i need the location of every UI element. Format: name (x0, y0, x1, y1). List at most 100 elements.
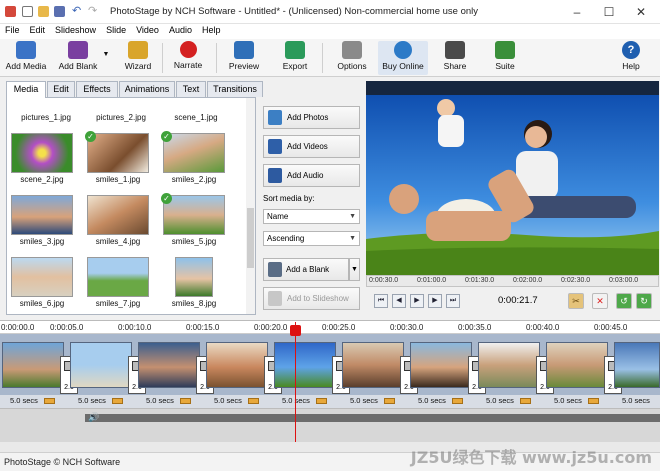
maximize-button[interactable]: ☐ (594, 3, 624, 21)
media-label: scene_1.jpg (174, 113, 218, 122)
media-label: smiles_5.jpg (171, 237, 217, 246)
step-back-icon[interactable]: ◀ (392, 294, 406, 308)
media-grid: pictures_1.jpg pictures_2.jpg scene_1.jp… (6, 97, 256, 315)
add-media-button[interactable]: Add Media (4, 41, 48, 75)
export-button[interactable]: Export (278, 41, 312, 75)
sort-by-select[interactable]: Name ▼ (263, 209, 360, 224)
sort-label: Sort media by: (263, 194, 315, 203)
menu-slide[interactable]: Slide (101, 24, 131, 35)
add-blank-dropdown[interactable]: ▼ (102, 51, 110, 85)
wizard-button[interactable]: Wizard (120, 41, 156, 75)
menu-audio[interactable]: Audio (164, 24, 197, 35)
go-end-icon[interactable]: ⏭ (446, 294, 460, 308)
rotate-left-icon[interactable]: ↺ (616, 293, 632, 309)
minimize-button[interactable]: – (562, 3, 592, 21)
rotate-right-icon[interactable]: ↻ (636, 293, 652, 309)
timeline-clip[interactable] (206, 342, 268, 388)
scrub-tick: 0:01:30.0 (465, 277, 495, 284)
timeline-clip[interactable] (2, 342, 64, 388)
media-thumbnail[interactable] (11, 257, 73, 297)
add-photos-button[interactable]: Add Photos (263, 106, 360, 129)
media-thumbnail[interactable] (87, 257, 149, 297)
menu-bar: File Edit Slideshow Slide Video Audio Help (0, 24, 660, 39)
menu-file[interactable]: File (0, 24, 25, 35)
ruler-tick: 0:00:25.0 (322, 323, 356, 332)
delete-icon[interactable]: ✕ (592, 293, 608, 309)
duration-handle[interactable] (44, 398, 55, 404)
duration-handle[interactable] (316, 398, 327, 404)
add-to-slideshow-button[interactable]: Add to Slideshow (263, 287, 360, 310)
timeline-clip[interactable] (478, 342, 540, 388)
clip-duration: 5.0 secs (554, 396, 582, 405)
timeline-clip[interactable] (70, 342, 132, 388)
add-videos-button[interactable]: Add Videos (263, 135, 360, 158)
add-blank-slide-button[interactable]: Add a Blank Slide (263, 258, 349, 295)
step-forward-icon[interactable]: ▶ (428, 294, 442, 308)
timeline-clip[interactable] (274, 342, 336, 388)
timeline-clip[interactable] (342, 342, 404, 388)
duration-handle[interactable] (248, 398, 259, 404)
timeline-clip[interactable] (546, 342, 608, 388)
add-audio-button[interactable]: Add Audio (263, 164, 360, 187)
playhead[interactable] (295, 322, 296, 442)
share-button[interactable]: Share (438, 41, 472, 75)
preview-pane[interactable] (366, 81, 659, 275)
media-thumbnail[interactable] (87, 195, 149, 235)
audio-waveform[interactable] (85, 414, 660, 422)
duration-handle[interactable] (112, 398, 123, 404)
preview-button[interactable]: Preview (226, 41, 262, 75)
crop-icon[interactable]: ✂ (568, 293, 584, 309)
timeline-ruler[interactable]: 0:00:00.0 0:00:05.0 0:00:10.0 0:00:15.0 … (0, 320, 660, 334)
media-thumbnail[interactable] (11, 195, 73, 235)
options-button[interactable]: Options (334, 41, 370, 75)
timeline-clip[interactable] (410, 342, 472, 388)
used-check-icon: ✓ (161, 193, 172, 204)
narrate-button[interactable]: Narrate (170, 41, 206, 75)
menu-help[interactable]: Help (197, 24, 226, 35)
menu-video[interactable]: Video (131, 24, 164, 35)
duration-handle[interactable] (384, 398, 395, 404)
scrollbar-thumb[interactable] (247, 208, 254, 268)
open-folder-icon[interactable] (38, 6, 49, 17)
playhead-handle[interactable] (290, 325, 301, 336)
menu-slideshow[interactable]: Slideshow (50, 24, 101, 35)
duration-handle[interactable] (588, 398, 599, 404)
go-start-icon[interactable]: ⏮ (374, 294, 388, 308)
play-icon[interactable]: ▶ (410, 294, 424, 308)
redo-icon[interactable]: ↷ (88, 6, 99, 17)
undo-icon[interactable]: ↶ (72, 6, 83, 17)
tab-strip: Media Edit Effects Animations Text Trans… (6, 81, 263, 98)
duration-handle[interactable] (452, 398, 463, 404)
media-scrollbar[interactable] (246, 98, 255, 314)
tab-text[interactable]: Text (176, 81, 206, 97)
media-thumbnail[interactable] (163, 133, 225, 173)
duration-handle[interactable] (520, 398, 531, 404)
tab-transitions[interactable]: Transitions (207, 81, 263, 97)
tab-effects[interactable]: Effects (76, 81, 118, 97)
ruler-tick: 0:00:45.0 (594, 323, 628, 332)
blank-slide-dropdown[interactable]: ▼ (349, 258, 360, 281)
media-thumbnail[interactable] (175, 257, 213, 297)
add-blank-button[interactable]: Add Blank (56, 41, 100, 75)
menu-edit[interactable]: Edit (25, 24, 51, 35)
tab-edit[interactable]: Edit (47, 81, 75, 97)
close-button[interactable]: ✕ (626, 3, 656, 21)
scrub-tick: 0:02:00.0 (513, 277, 543, 284)
media-thumbnail[interactable] (163, 195, 225, 235)
clip-duration: 5.0 secs (214, 396, 242, 405)
tab-media[interactable]: Media (6, 81, 46, 98)
new-file-icon[interactable] (22, 6, 33, 17)
media-thumbnail[interactable] (87, 133, 149, 173)
timeline-clip[interactable] (614, 342, 660, 388)
duration-handle[interactable] (180, 398, 191, 404)
suite-button[interactable]: Suite (488, 41, 522, 75)
timeline-clip[interactable] (138, 342, 200, 388)
tab-animations[interactable]: Animations (119, 81, 175, 97)
preview-scrub-bar[interactable]: 0:00:30.0 0:01:00.0 0:01:30.0 0:02:00.0 … (366, 275, 659, 287)
sort-order-select[interactable]: Ascending ▼ (263, 231, 360, 246)
clip-duration: 5.0 secs (418, 396, 446, 405)
buy-online-button[interactable]: Buy Online (378, 41, 428, 75)
help-button[interactable]: ? Help (616, 41, 646, 75)
save-icon[interactable] (54, 6, 65, 17)
media-thumbnail[interactable] (11, 133, 73, 173)
